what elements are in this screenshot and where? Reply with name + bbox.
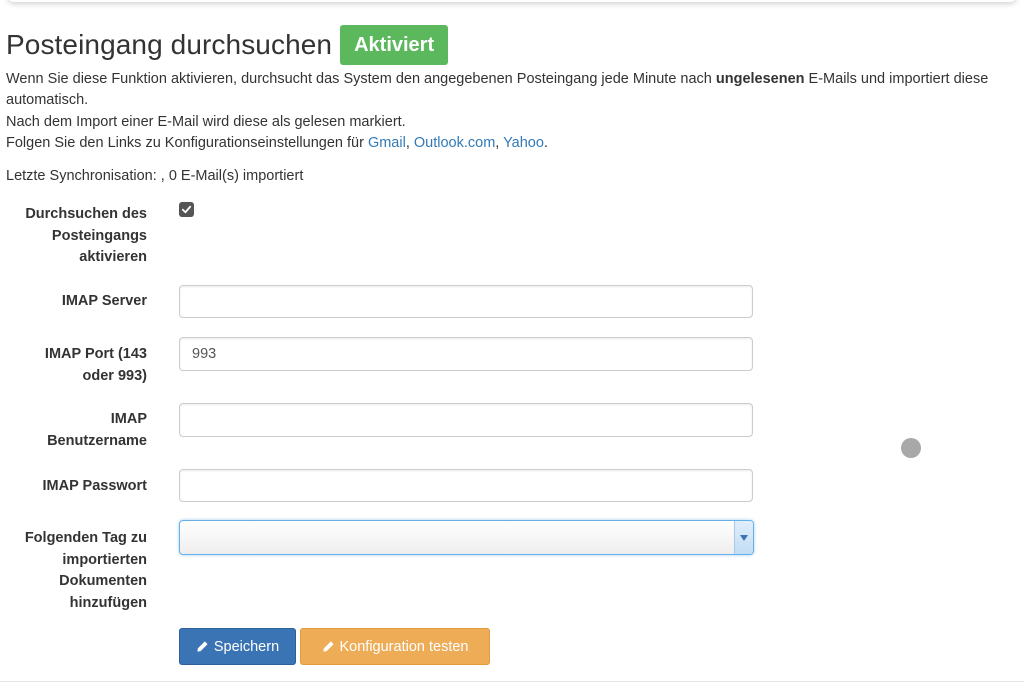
gmail-link[interactable]: Gmail: [368, 135, 406, 151]
bottom-divider: [0, 681, 1024, 682]
tag-select[interactable]: [179, 520, 754, 555]
imap-password-label: IMAP Passwort: [42, 478, 148, 494]
top-panel: [8, 0, 1016, 2]
title-row: Posteingang durchsuchen Aktiviert: [6, 24, 449, 66]
tag-label: Folgenden Tag zu importierten Dokumenten…: [24, 530, 147, 611]
enable-checkbox[interactable]: [179, 202, 194, 217]
description-links-line: Folgen Sie den Links zu Konfigurationsei…: [6, 135, 548, 151]
imap-username-label: IMAP Benutzername: [47, 411, 147, 449]
imap-username-input[interactable]: [179, 403, 753, 437]
mouse-cursor-dot: [901, 438, 921, 458]
description-import-note: Nach dem Import einer E-Mail wird diese …: [6, 114, 406, 130]
description-bold-word: ungelesenen: [715, 71, 805, 87]
sync-status: Letzte Synchronisation: , 0 E-Mail(s) im…: [6, 168, 304, 184]
description-paragraph: Wenn Sie diese Funktion aktivieren, durc…: [6, 71, 989, 108]
check-icon: [181, 205, 192, 214]
pencil-icon: [196, 640, 209, 653]
imap-port-label: IMAP Port (143 oder 993): [44, 346, 147, 384]
status-badge: Aktiviert: [340, 25, 449, 65]
enable-label: Durchsuchen des Posteingangs aktivieren: [25, 206, 147, 265]
yahoo-link[interactable]: Yahoo: [503, 135, 544, 151]
imap-server-label: IMAP Server: [61, 293, 147, 309]
imap-port-input[interactable]: [179, 337, 753, 371]
imap-password-input[interactable]: [179, 469, 753, 502]
imap-server-input[interactable]: [179, 285, 753, 318]
test-configuration-button[interactable]: Konfiguration testen: [300, 628, 490, 665]
select-arrow[interactable]: [734, 521, 753, 554]
page-title: Posteingang durchsuchen: [6, 29, 333, 60]
outlook-link[interactable]: Outlook.com: [414, 135, 495, 151]
page: Posteingang durchsuchen Aktiviert Wenn S…: [0, 0, 1024, 683]
pencil-icon: [322, 640, 335, 653]
save-button-label: Speichern: [213, 638, 280, 655]
caret-down-icon: [740, 534, 748, 541]
save-button[interactable]: Speichern: [179, 628, 296, 665]
test-button-label: Konfiguration testen: [339, 638, 469, 655]
